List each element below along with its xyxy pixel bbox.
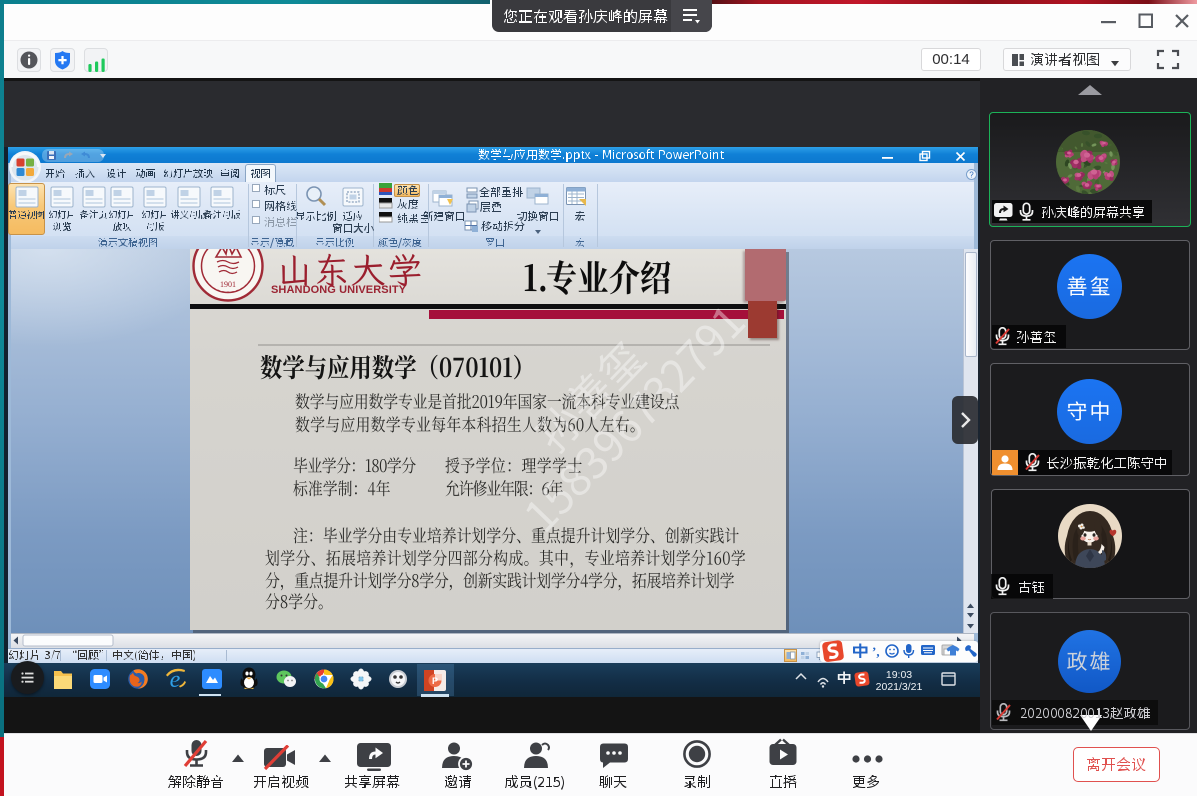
svg-text:P: P [432, 676, 438, 686]
svg-text:1901: 1901 [220, 280, 236, 289]
svg-text:2021/3/21: 2021/3/21 [876, 681, 923, 693]
svg-text:’,: ’, [872, 644, 880, 659]
svg-text:19:03: 19:03 [886, 669, 912, 681]
svg-text:?: ? [969, 171, 974, 180]
